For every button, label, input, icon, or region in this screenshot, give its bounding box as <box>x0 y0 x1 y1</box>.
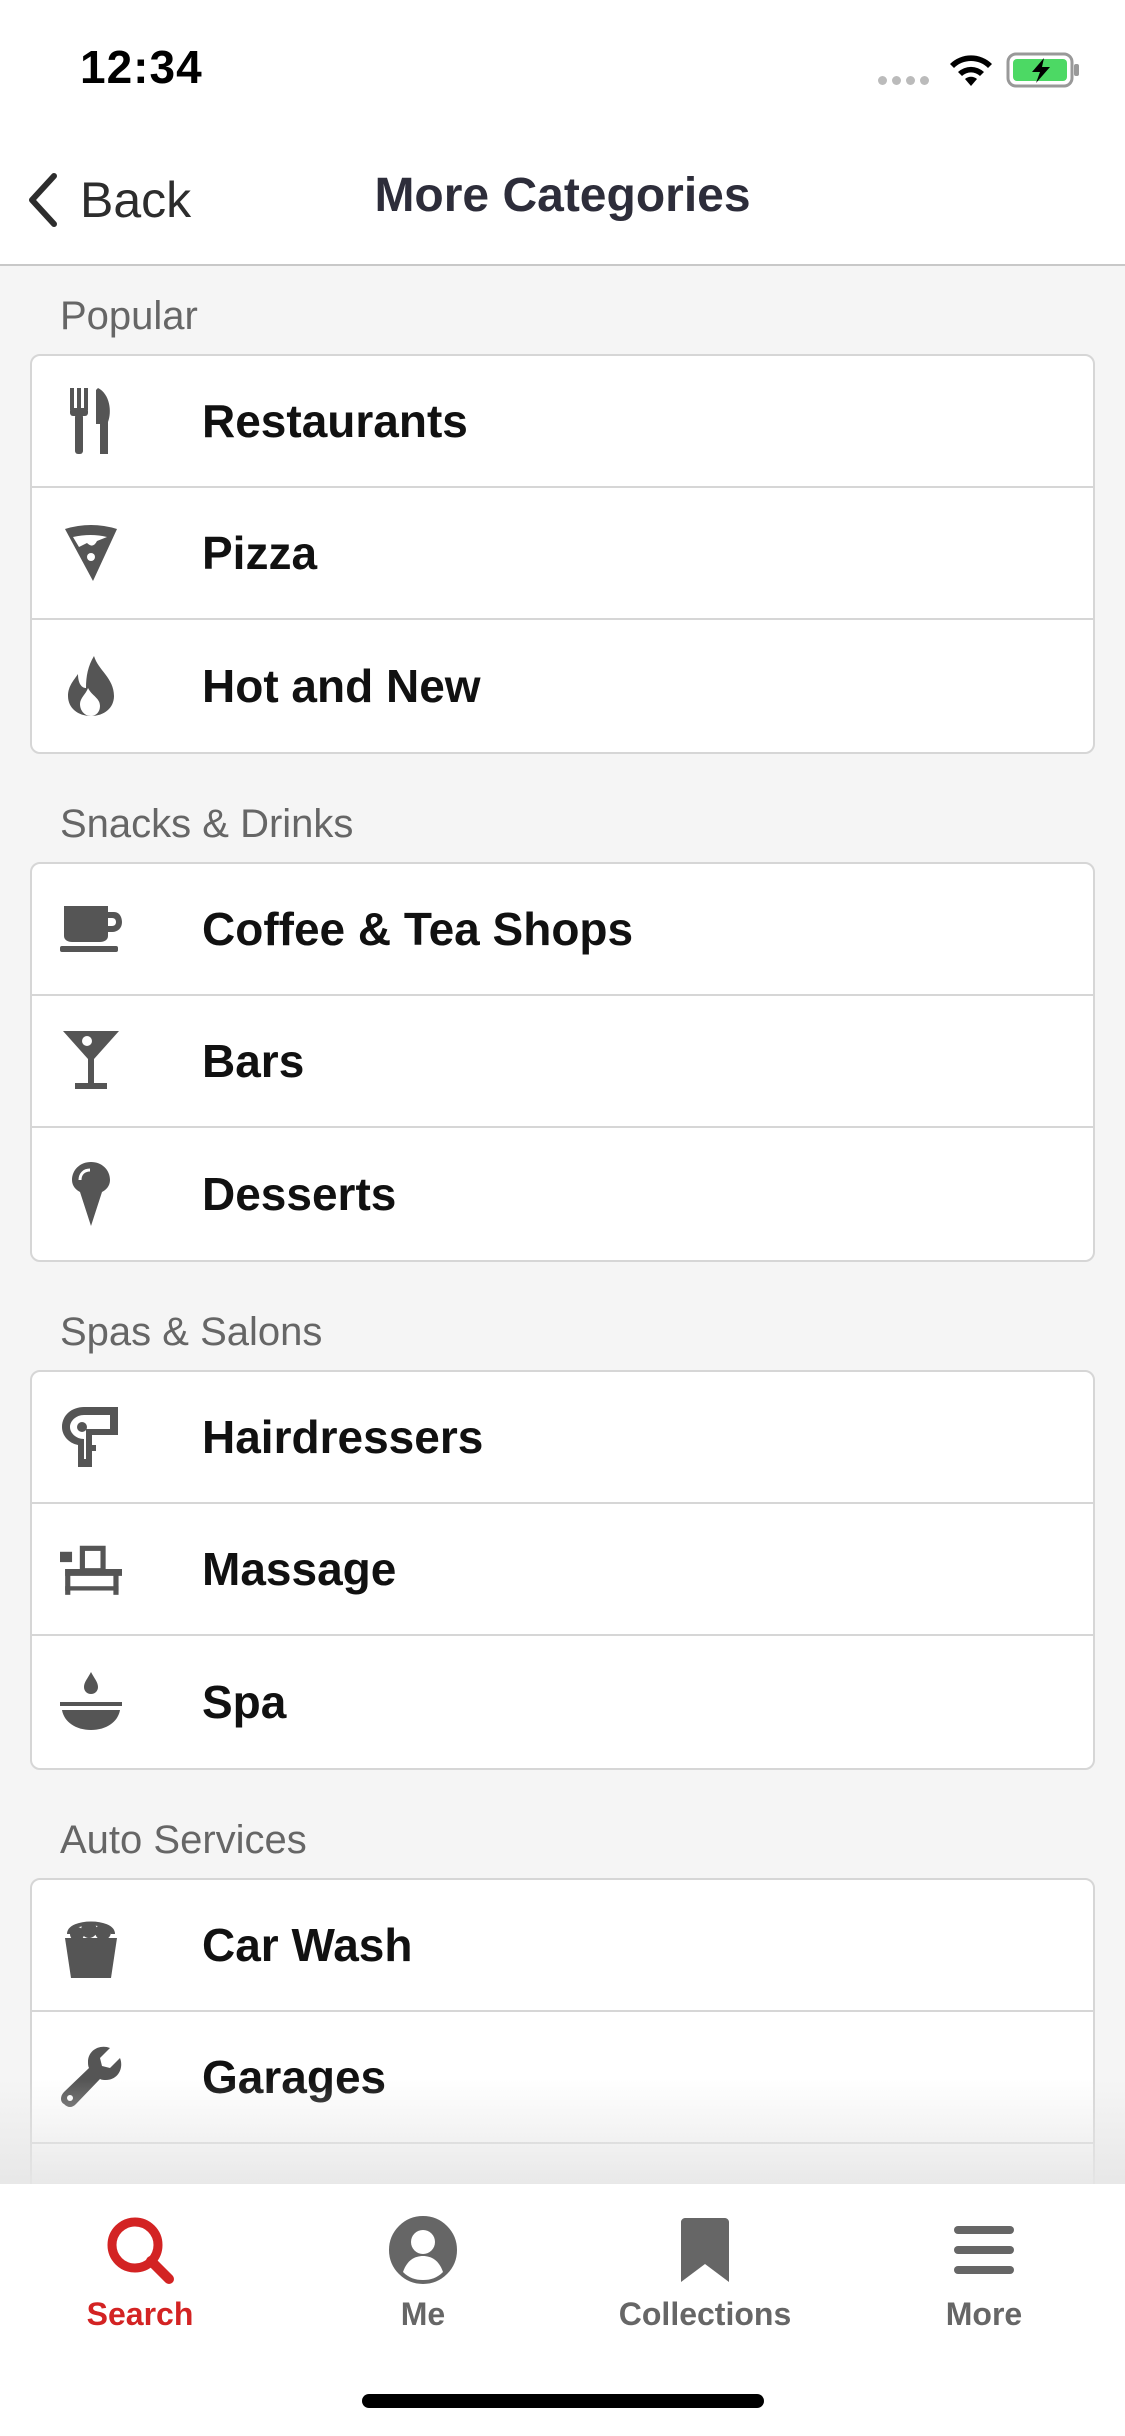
categories-list[interactable]: Popular Restaurants Pizza Hot and New Sn… <box>0 268 1125 2184</box>
section-header-spas-salons: Spas & Salons <box>60 1310 323 1354</box>
spa-bowl-icon <box>60 1669 122 1735</box>
category-label: Hairdressers <box>202 1411 484 1463</box>
section-card-spas-salons: Hairdressers Massage Spa <box>30 1370 1095 1770</box>
pizza-icon <box>60 520 122 586</box>
category-item-hot-and-new[interactable]: Hot and New <box>32 620 1093 752</box>
section-header-snacks-drinks: Snacks & Drinks <box>60 802 354 846</box>
category-label: Pizza <box>202 527 318 579</box>
tab-collections[interactable]: Collections <box>595 2212 815 2333</box>
navigation-bar: Back More Categories <box>0 132 1125 266</box>
tab-label: Me <box>400 2296 446 2332</box>
category-label: Desserts <box>202 1168 397 1220</box>
tab-me[interactable]: Me <box>313 2212 533 2333</box>
search-icon <box>30 2212 250 2288</box>
category-item-bars[interactable]: Bars <box>32 996 1093 1128</box>
category-item-restaurants[interactable]: Restaurants <box>32 356 1093 488</box>
tab-more[interactable]: More <box>874 2212 1094 2333</box>
ice-cream-icon <box>60 1161 122 1227</box>
page-title: More Categories <box>374 169 751 222</box>
category-item-hairdressers[interactable]: Hairdressers <box>32 1372 1093 1504</box>
coffee-cup-icon <box>60 896 122 962</box>
category-label: Spa <box>202 1676 287 1728</box>
massage-table-icon <box>60 1536 122 1602</box>
category-item-pizza[interactable]: Pizza <box>32 488 1093 620</box>
category-item-massage[interactable]: Massage <box>32 1504 1093 1636</box>
wifi-icon <box>950 55 992 86</box>
category-label: Restaurants <box>202 395 468 447</box>
category-label: Hot and New <box>202 660 481 712</box>
menu-icon <box>874 2212 1094 2288</box>
fork-knife-icon <box>60 388 122 454</box>
bookmark-icon <box>595 2212 815 2288</box>
section-header-auto-services: Auto Services <box>60 1818 307 1862</box>
category-label: Bars <box>202 1035 305 1087</box>
category-label: Massage <box>202 1543 397 1595</box>
section-card-snacks-drinks: Coffee & Tea Shops Bars Desserts <box>30 862 1095 1262</box>
category-item-spa[interactable]: Spa <box>32 1636 1093 1768</box>
flame-icon <box>60 653 122 719</box>
battery-icon <box>1006 52 1079 88</box>
scroll-fade <box>0 2080 1125 2184</box>
section-card-popular: Restaurants Pizza Hot and New <box>30 354 1095 754</box>
cellular-signal-icon <box>878 72 934 90</box>
section-header-popular: Popular <box>60 294 198 338</box>
category-label: Car Wash <box>202 1919 413 1971</box>
hair-dryer-icon <box>60 1404 122 1470</box>
status-bar: 12:34 <box>0 0 1125 132</box>
category-item-desserts[interactable]: Desserts <box>32 1128 1093 1260</box>
home-indicator <box>362 2394 764 2408</box>
tab-label: Search <box>86 2296 194 2332</box>
tab-label: Collections <box>618 2296 792 2332</box>
user-icon <box>313 2212 533 2288</box>
tab-search[interactable]: Search <box>30 2212 250 2333</box>
category-label: Coffee & Tea Shops <box>202 903 634 955</box>
category-item-car-wash[interactable]: Car Wash <box>32 1880 1093 2012</box>
status-time: 12:34 <box>80 41 203 93</box>
cocktail-icon <box>60 1028 122 1094</box>
category-item-coffee-tea[interactable]: Coffee & Tea Shops <box>32 864 1093 996</box>
bucket-icon <box>60 1912 122 1978</box>
tab-label: More <box>945 2296 1023 2332</box>
